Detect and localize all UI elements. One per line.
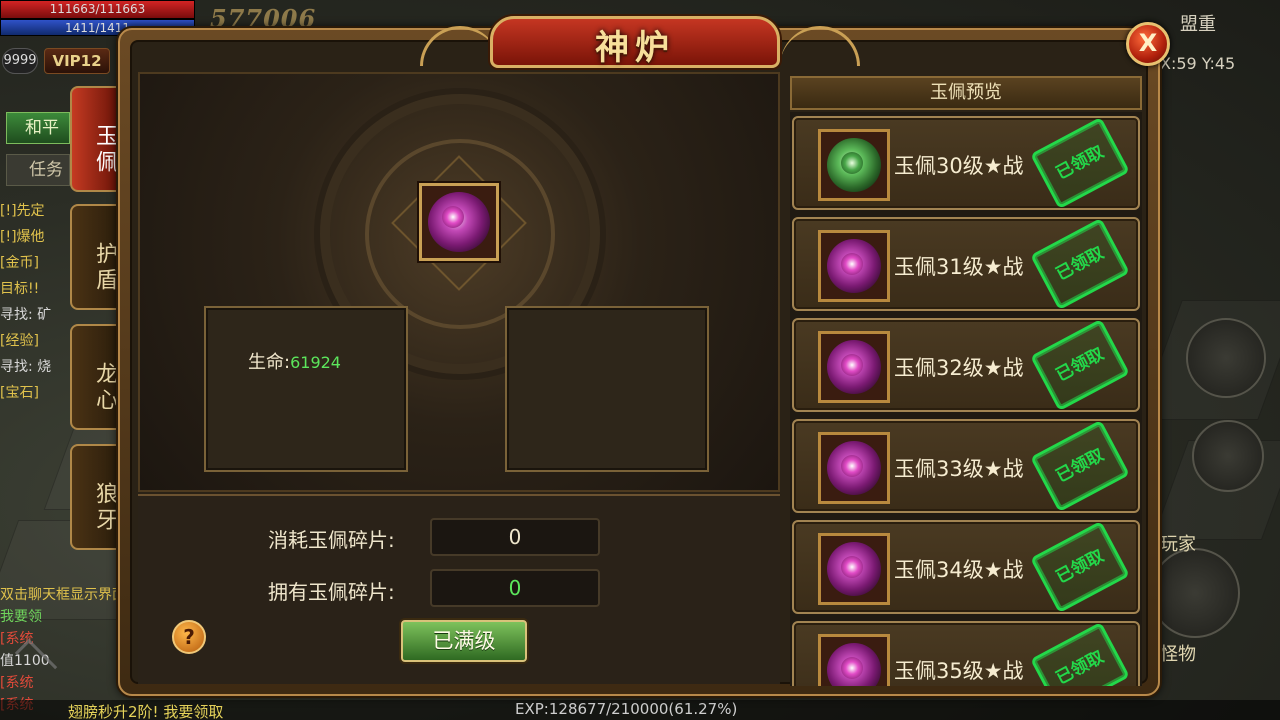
preview-item-name: 玉佩33级★战 — [894, 457, 1024, 481]
preview-item-name: 玉佩34级★战 — [894, 558, 1024, 582]
map-name: 盟重 — [1180, 14, 1216, 35]
purple-jade-icon — [827, 441, 881, 495]
pk-mode-button[interactable]: 和平 — [6, 112, 70, 144]
chat-line: 我要领 — [0, 609, 42, 625]
consume-label: 消耗玉佩碎片: — [268, 528, 395, 552]
current-item-slot[interactable] — [419, 183, 499, 261]
skill-slot[interactable] — [1192, 420, 1264, 492]
task-button[interactable]: 任务 — [6, 154, 70, 186]
purple-jade-icon — [827, 340, 881, 394]
chat-line: [!]先定 — [0, 203, 45, 219]
chat-line: 双击聊天框显示界面 — [0, 587, 126, 603]
preview-card[interactable]: 玉佩31级★战 已领取 — [792, 217, 1140, 311]
purple-jade-icon — [428, 192, 490, 252]
owned-label: 拥有玉佩碎片: — [268, 580, 395, 604]
level-badge: 9999 — [2, 48, 38, 74]
claimed-stamp: 已领取 — [1030, 217, 1130, 311]
claimed-stamp: 已领取 — [1030, 116, 1130, 210]
claimed-stamp: 已领取 — [1030, 318, 1130, 412]
player-coords: X:59 Y:45 — [1160, 54, 1236, 73]
green-jade-icon — [827, 138, 881, 192]
target-monster-button[interactable]: 怪物 — [1160, 640, 1196, 666]
preview-card[interactable]: 玉佩32级★战 已领取 — [792, 318, 1140, 412]
hp-text: 111663/111663 — [49, 2, 146, 16]
purple-jade-icon — [827, 643, 881, 686]
chat-line: 寻找: 矿 — [0, 307, 52, 323]
preview-card[interactable]: 玉佩33级★战 已领取 — [792, 419, 1140, 513]
vip-badge[interactable]: VIP12 — [44, 48, 110, 74]
exp-text: EXP:128677/210000(61.27%) — [515, 700, 738, 718]
chat-line: [系统 — [0, 675, 34, 691]
current-stats-box: 生命:61924 — [204, 306, 408, 472]
stat-value: 61924 — [290, 353, 341, 372]
preview-item-slot[interactable] — [818, 432, 890, 504]
help-button[interactable]: ? — [172, 620, 206, 654]
stat-line: 生命:61924 — [248, 348, 341, 374]
claimed-stamp: 已领取 — [1030, 419, 1130, 513]
tab-dragon-heart[interactable]: 龙心 — [70, 324, 120, 430]
preview-header: 玉佩预览 — [790, 76, 1142, 110]
preview-item-name: 玉佩30级★战 — [894, 154, 1024, 178]
preview-item-name: 玉佩32级★战 — [894, 356, 1024, 380]
preview-card[interactable]: 玉佩35级★战 已领取 — [792, 621, 1140, 686]
hp-bar: 111663/111663 — [0, 0, 195, 19]
close-button[interactable]: X — [1126, 22, 1170, 66]
chat-panel[interactable]: [!]先定 [!]爆他 [金币] 目标!! 寻找: 矿 [经验] 寻找: 烧 [宝石] — [0, 198, 80, 406]
preview-list[interactable]: 玉佩30级★战 已领取 玉佩31级★战 已领取 玉佩32级★战 已领取 玉佩33级★战 已领取… — [790, 112, 1142, 686]
preview-card[interactable]: 玉佩34级★战 已领取 — [792, 520, 1140, 614]
chat-line: [!]爆他 — [0, 229, 45, 245]
consume-value: 0 — [430, 518, 600, 556]
attack-button[interactable] — [1150, 548, 1240, 638]
preview-item-name: 玉佩35级★战 — [894, 659, 1024, 683]
tab-jade-pendant[interactable]: 玉佩 — [70, 86, 120, 192]
preview-item-slot[interactable] — [818, 634, 890, 686]
chat-line: [宝石] — [0, 385, 39, 401]
preview-item-slot[interactable] — [818, 533, 890, 605]
owned-value: 0 — [430, 569, 600, 607]
dialog-title: 神炉 — [595, 28, 675, 68]
preview-item-name: 玉佩31级★战 — [894, 255, 1024, 279]
purple-jade-icon — [827, 542, 881, 596]
tab-wolf-fang[interactable]: 狼牙 — [70, 444, 120, 550]
chat-line: 寻找: 烧 — [0, 359, 52, 375]
purple-jade-icon — [827, 239, 881, 293]
skill-slot[interactable] — [1186, 318, 1266, 398]
max-level-button[interactable]: 已满级 — [401, 620, 527, 662]
claimed-stamp: 已领取 — [1030, 520, 1130, 614]
bottom-message[interactable]: 翅膀秒升2阶! 我要领取 — [68, 701, 223, 720]
preview-item-slot[interactable] — [818, 129, 890, 201]
chat-line: [金币] — [0, 255, 39, 271]
chat-line: 目标!! — [0, 281, 40, 297]
preview-card[interactable]: 玉佩30级★战 已领取 — [792, 116, 1140, 210]
next-stats-box — [505, 306, 709, 472]
claimed-stamp: 已领取 — [1030, 621, 1130, 686]
preview-item-slot[interactable] — [818, 331, 890, 403]
preview-item-slot[interactable] — [818, 230, 890, 302]
chat-line: [经验] — [0, 333, 39, 349]
tab-shield[interactable]: 护盾 — [70, 204, 120, 310]
stat-label: 生命: — [248, 352, 291, 373]
target-player-button[interactable]: 玩家 — [1160, 530, 1196, 556]
